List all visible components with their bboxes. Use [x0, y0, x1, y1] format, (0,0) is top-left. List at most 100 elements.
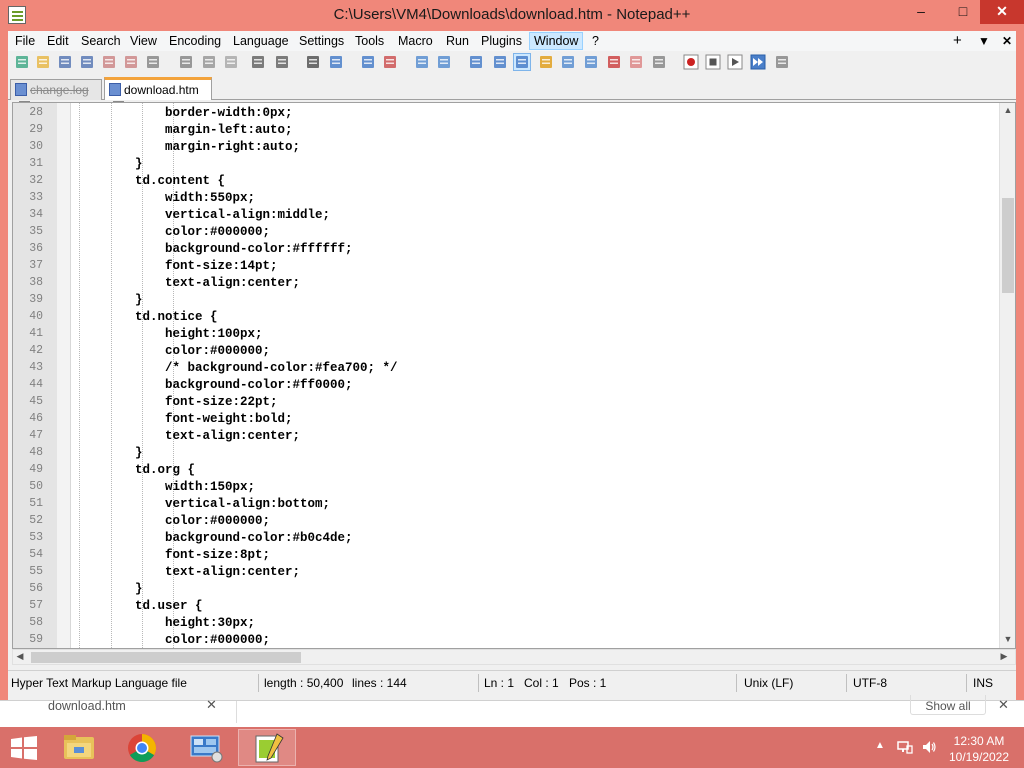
- tab-list-dropdown-button[interactable]: ▼: [978, 34, 990, 48]
- code-text[interactable]: text-align:center;: [75, 276, 300, 290]
- tab-change-log[interactable]: change.log✕: [10, 79, 102, 112]
- scroll-up-arrow-icon[interactable]: ▲: [1000, 105, 1015, 115]
- status-encoding[interactable]: UTF-8: [853, 676, 887, 690]
- download-item-close-icon[interactable]: ✕: [206, 697, 217, 713]
- code-line[interactable]: 45 font-size:22pt;: [13, 394, 1003, 411]
- code-text[interactable]: width:150px;: [75, 480, 255, 494]
- close-download-bar-button[interactable]: ✕: [998, 697, 1009, 713]
- play-macro-icon[interactable]: [727, 54, 743, 70]
- code-line[interactable]: 42 color:#000000;: [13, 343, 1003, 360]
- code-text[interactable]: vertical-align:middle;: [75, 208, 330, 222]
- user-language-icon[interactable]: [538, 54, 554, 70]
- scroll-right-arrow-icon[interactable]: ▶: [997, 651, 1011, 662]
- code-line[interactable]: 49 td.org {: [13, 462, 1003, 479]
- code-text[interactable]: vertical-align:bottom;: [75, 497, 330, 511]
- tab-download-htm[interactable]: download.htm✕: [104, 77, 212, 112]
- code-line[interactable]: 29 margin-left:auto;: [13, 122, 1003, 139]
- redo-icon[interactable]: [274, 54, 290, 70]
- code-editor[interactable]: 28 border-width:0px; 29 margin-left:auto;…: [12, 102, 1016, 649]
- title-bar[interactable]: C:\Users\VM4\Downloads\download.htm - No…: [0, 0, 1024, 31]
- code-line[interactable]: 48 }: [13, 445, 1003, 462]
- code-text[interactable]: td.content {: [75, 174, 225, 188]
- horizontal-scrollbar[interactable]: ◀ ▶: [12, 649, 1016, 665]
- undo-icon[interactable]: [250, 54, 266, 70]
- find-icon[interactable]: [305, 54, 321, 70]
- code-text[interactable]: background-color:#b0c4de;: [75, 531, 353, 545]
- code-text[interactable]: font-size:8pt;: [75, 548, 270, 562]
- code-line[interactable]: 32 td.content {: [13, 173, 1003, 190]
- code-text[interactable]: }: [75, 157, 143, 171]
- sync-vertical-icon[interactable]: [414, 54, 430, 70]
- save-macro-icon[interactable]: [774, 54, 790, 70]
- code-text[interactable]: font-size:14pt;: [75, 259, 278, 273]
- code-text[interactable]: height:30px;: [75, 616, 255, 630]
- network-icon[interactable]: [897, 739, 913, 755]
- code-text[interactable]: td.user {: [75, 599, 203, 613]
- code-text[interactable]: width:550px;: [75, 191, 255, 205]
- new-tab-plus-button[interactable]: +: [953, 32, 962, 49]
- code-line[interactable]: 59 color:#000000;: [13, 632, 1003, 648]
- code-line[interactable]: 38 text-align:center;: [13, 275, 1003, 292]
- word-wrap-icon[interactable]: [468, 54, 484, 70]
- menu-language[interactable]: Language: [229, 33, 293, 49]
- code-text[interactable]: height:100px;: [75, 327, 263, 341]
- code-text[interactable]: }: [75, 293, 143, 307]
- vertical-scrollbar[interactable]: ▲ ▼: [999, 103, 1015, 648]
- save-icon[interactable]: [57, 54, 73, 70]
- code-text[interactable]: /* background-color:#fea700; */: [75, 361, 398, 375]
- code-line[interactable]: 35 color:#000000;: [13, 224, 1003, 241]
- status-insert-mode[interactable]: INS: [973, 676, 993, 690]
- code-line[interactable]: 43 /* background-color:#fea700; */: [13, 360, 1003, 377]
- windows-start-icon[interactable]: [10, 736, 38, 760]
- code-line[interactable]: 44 background-color:#ff0000;: [13, 377, 1003, 394]
- print-icon[interactable]: [145, 54, 161, 70]
- menu-file[interactable]: File: [11, 33, 39, 49]
- maximize-button[interactable]: □: [946, 0, 980, 24]
- code-text[interactable]: color:#000000;: [75, 633, 270, 647]
- menu-tools[interactable]: Tools: [351, 33, 388, 49]
- code-text[interactable]: td.org {: [75, 463, 195, 477]
- code-text[interactable]: }: [75, 446, 143, 460]
- code-text[interactable]: color:#000000;: [75, 344, 270, 358]
- code-line[interactable]: 54 font-size:8pt;: [13, 547, 1003, 564]
- vertical-scroll-thumb[interactable]: [1002, 198, 1014, 293]
- paste-icon[interactable]: [223, 54, 239, 70]
- menu-macro[interactable]: Macro: [394, 33, 437, 49]
- doc-map-icon[interactable]: [560, 54, 576, 70]
- taskbar-chrome[interactable]: [113, 729, 171, 766]
- code-line[interactable]: 57 td.user {: [13, 598, 1003, 615]
- taskbar-file-explorer[interactable]: [50, 729, 108, 766]
- scroll-down-arrow-icon[interactable]: ▼: [1000, 634, 1015, 644]
- code-line[interactable]: 51 vertical-align:bottom;: [13, 496, 1003, 513]
- code-line[interactable]: 46 font-weight:bold;: [13, 411, 1003, 428]
- save-all-icon[interactable]: [79, 54, 95, 70]
- code-line[interactable]: 36 background-color:#ffffff;: [13, 241, 1003, 258]
- code-line[interactable]: 40 td.notice {: [13, 309, 1003, 326]
- doc-switcher-icon[interactable]: [628, 54, 644, 70]
- menu-encoding[interactable]: Encoding: [165, 33, 225, 49]
- close-icon[interactable]: [101, 54, 117, 70]
- code-line[interactable]: 53 background-color:#b0c4de;: [13, 530, 1003, 547]
- replace-icon[interactable]: [328, 54, 344, 70]
- sync-horizontal-icon[interactable]: [436, 54, 452, 70]
- code-line[interactable]: 52 color:#000000;: [13, 513, 1003, 530]
- scroll-left-arrow-icon[interactable]: ◀: [13, 651, 27, 662]
- code-text[interactable]: font-size:22pt;: [75, 395, 278, 409]
- minimize-button[interactable]: –: [904, 0, 938, 24]
- zoom-in-icon[interactable]: [360, 54, 376, 70]
- code-text[interactable]: td.notice {: [75, 310, 218, 324]
- code-line[interactable]: 58 height:30px;: [13, 615, 1003, 632]
- horizontal-scroll-thumb[interactable]: [31, 652, 301, 663]
- zoom-out-icon[interactable]: [382, 54, 398, 70]
- code-line[interactable]: 41 height:100px;: [13, 326, 1003, 343]
- code-line[interactable]: 33 width:550px;: [13, 190, 1003, 207]
- folder-workspace-icon[interactable]: [606, 54, 622, 70]
- code-text[interactable]: text-align:center;: [75, 565, 300, 579]
- close-all-icon[interactable]: [123, 54, 139, 70]
- menu-edit[interactable]: Edit: [43, 33, 73, 49]
- open-file-icon[interactable]: [35, 54, 51, 70]
- close-button[interactable]: ✕: [980, 0, 1024, 24]
- copy-icon[interactable]: [201, 54, 217, 70]
- code-line[interactable]: 55 text-align:center;: [13, 564, 1003, 581]
- monitoring-icon[interactable]: [651, 54, 667, 70]
